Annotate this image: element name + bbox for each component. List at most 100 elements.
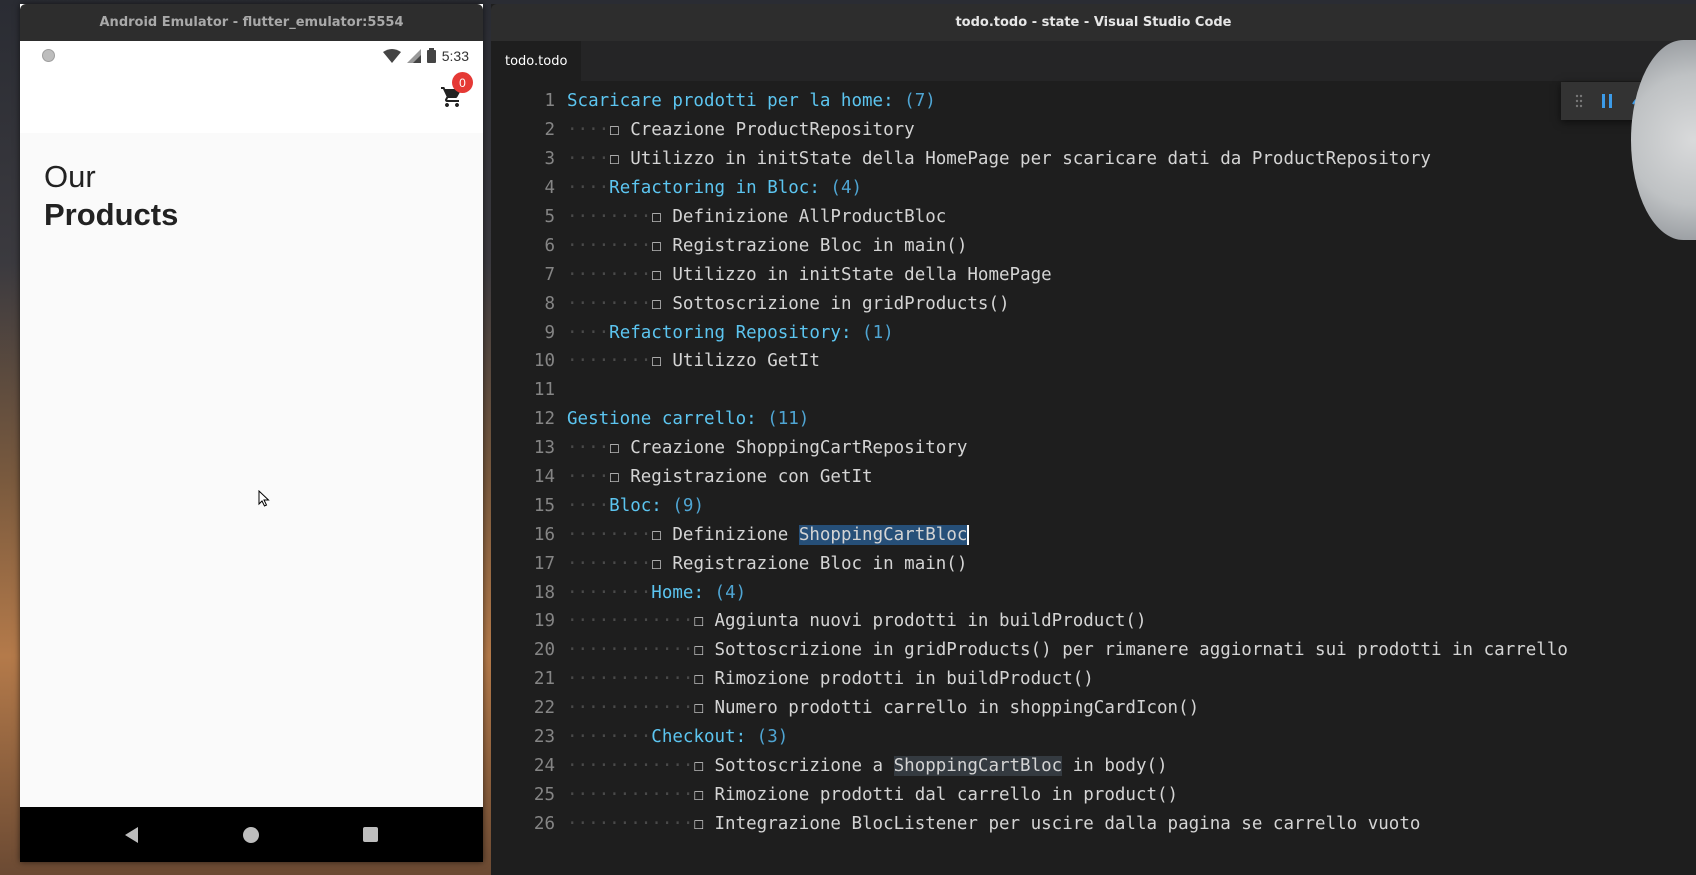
code-line[interactable]: 26 ············☐ Integrazione BlocListene… — [491, 809, 1696, 838]
todo-task: ☐ Numero prodotti carrello in shoppingCa… — [693, 698, 1200, 719]
code-line[interactable]: 20 ············☐ Sottoscrizione in gridPr… — [491, 636, 1696, 665]
line-number: 21 — [533, 669, 555, 690]
line-content: ············☐ Rimozione prodotti dal car… — [555, 785, 1178, 805]
indent-guide: ········ — [567, 727, 652, 748]
nav-recent-icon[interactable] — [363, 827, 379, 842]
indent-guide: ············ — [567, 669, 694, 690]
task-count: (4) — [714, 582, 747, 603]
drag-handle-icon[interactable] — [1575, 94, 1583, 108]
line-number: 18 — [533, 582, 555, 603]
line-number: 14 — [533, 467, 555, 488]
todo-task: ☐ Rimozione prodotti in buildProduct() — [693, 669, 1094, 690]
code-line[interactable]: 2 ····☐ Creazione ProductRepository — [491, 116, 1696, 145]
line-content: ············☐ Sottoscrizione in gridProd… — [555, 640, 1568, 660]
todo-task: ☐ Creazione ProductRepository — [609, 120, 915, 141]
code-line[interactable]: 11 — [491, 376, 1696, 405]
indent-guide: ········ — [567, 351, 652, 372]
tab-todo[interactable]: todo.todo — [491, 41, 582, 81]
task-count: (4) — [830, 178, 863, 199]
code-line[interactable]: 13 ····☐ Creazione ShoppingCartRepository — [491, 434, 1696, 463]
code-line[interactable]: 14 ····☐ Registrazione con GetIt — [491, 463, 1696, 492]
code-line[interactable]: 3 ····☐ Utilizzo in initState della HomeP… — [491, 145, 1696, 174]
code-line[interactable]: 18 ········Home: (4) — [491, 578, 1696, 607]
code-line[interactable]: 7 ········☐ Utilizzo in initState della H… — [491, 260, 1696, 289]
vscode-title: todo.todo - state - Visual Studio Code — [955, 15, 1232, 30]
task-count: (3) — [756, 727, 789, 748]
code-line[interactable]: 8 ········☐ Sottoscrizione in gridProduct… — [491, 289, 1696, 318]
project-heading: Bloc: — [609, 495, 662, 516]
line-number: 12 — [533, 409, 555, 430]
code-line[interactable]: 15 ····Bloc: (9) — [491, 491, 1696, 520]
page-title-line2: Products — [44, 197, 179, 232]
line-content: ············☐ Rimozione prodotti in buil… — [555, 669, 1094, 689]
line-content: ············☐ Sottoscrizione a ShoppingC… — [555, 755, 1168, 776]
indent-guide: ········ — [567, 524, 652, 545]
code-line[interactable]: 5 ········☐ Definizione AllProductBloc — [491, 203, 1696, 232]
tab-label: todo.todo — [505, 53, 568, 69]
todo-task: ☐ Creazione ShoppingCartRepository — [609, 438, 968, 459]
code-line[interactable]: 22 ············☐ Numero prodotti carrello… — [491, 694, 1696, 723]
line-content: ····☐ Registrazione con GetIt — [555, 467, 873, 487]
todo-task: ☐ Registrazione Bloc in main() — [651, 553, 968, 574]
indent-guide: ···· — [567, 495, 610, 516]
indent-guide: ············ — [567, 784, 694, 805]
task-count: (7) — [904, 91, 936, 112]
nav-home-icon[interactable] — [242, 826, 259, 843]
code-line[interactable]: 4 ····Refactoring in Bloc: (4) — [491, 174, 1696, 203]
code-editor[interactable]: 1 Scaricare prodotti per la home: (7) 2 ···… — [491, 81, 1696, 838]
status-time: 5:33 — [441, 47, 469, 64]
pause-icon[interactable] — [1601, 94, 1613, 108]
code-line[interactable]: 16 ········☐ Definizione ShoppingCartBloc — [491, 520, 1696, 549]
battery-icon — [426, 48, 436, 63]
status-indicators: 5:33 — [382, 47, 469, 64]
indent-guide: ········ — [567, 293, 652, 314]
indent-guide: ············ — [567, 755, 694, 776]
selected-text: ShoppingCartBloc — [798, 524, 970, 545]
shopping-cart-button[interactable]: 0 — [437, 72, 473, 112]
task-count: (11) — [767, 409, 810, 430]
indent-guide: ········ — [567, 264, 652, 285]
code-line[interactable]: 10 ········☐ Utilizzo GetIt — [491, 347, 1696, 376]
line-number: 19 — [533, 611, 555, 632]
line-number: 5 — [544, 207, 555, 227]
line-number: 11 — [533, 380, 555, 401]
line-content: ········☐ Registrazione Bloc in main() — [555, 236, 967, 256]
line-content: ········☐ Sottoscrizione in gridProducts… — [555, 294, 1010, 314]
line-content: ············☐ Aggiunta nuovi prodotti in… — [555, 611, 1146, 631]
app-body: Our Products — [20, 133, 483, 811]
indent-guide: ···· — [567, 120, 610, 141]
code-line[interactable]: 9 ····Refactoring Repository: (1) — [491, 318, 1696, 347]
line-number: 9 — [544, 322, 555, 343]
line-number: 23 — [533, 727, 555, 748]
line-number: 17 — [533, 553, 555, 574]
code-line[interactable]: 19 ············☐ Aggiunta nuovi prodotti … — [491, 607, 1696, 636]
emulator-title-bar: Android Emulator - flutter_emulator:5554 — [20, 4, 483, 41]
indent-guide: ···· — [567, 467, 610, 488]
code-line[interactable]: 21 ············☐ Rimozione prodotti in bu… — [491, 665, 1696, 694]
todo-task: ☐ Definizione — [651, 524, 799, 545]
indent-guide: ············ — [567, 813, 694, 834]
code-line[interactable]: 17 ········☐ Registrazione Bloc in main() — [491, 549, 1696, 578]
indent-guide: ···· — [567, 149, 610, 170]
code-line[interactable]: 25 ············☐ Rimozione prodotti dal c… — [491, 780, 1696, 809]
todo-task: ☐ Utilizzo in initState della HomePage — [651, 264, 1052, 285]
line-number: 2 — [544, 120, 555, 141]
line-content: ········Home: (4) — [555, 583, 746, 603]
project-heading: Refactoring in Bloc: — [609, 178, 820, 199]
line-content: ············☐ Numero prodotti carrello i… — [555, 698, 1199, 718]
indent-guide: ············ — [567, 640, 694, 661]
indent-guide: ···· — [567, 438, 610, 459]
line-number: 8 — [544, 293, 555, 314]
line-number: 24 — [533, 755, 555, 776]
code-line[interactable]: 23 ········Checkout: (3) — [491, 723, 1696, 752]
line-content: ········Checkout: (3) — [555, 727, 788, 747]
code-line[interactable]: 24 ············☐ Sottoscrizione a Shoppin… — [491, 751, 1696, 780]
project-heading: Home: — [651, 582, 704, 603]
line-number: 15 — [533, 495, 555, 516]
project-heading: Gestione carrello: — [567, 409, 757, 430]
code-line[interactable]: 1 Scaricare prodotti per la home: (7) — [491, 87, 1696, 116]
code-line[interactable]: 12 Gestione carrello: (11) — [491, 405, 1696, 434]
line-number: 16 — [533, 524, 555, 545]
code-line[interactable]: 6 ········☐ Registrazione Bloc in main() — [491, 231, 1696, 260]
nav-back-icon[interactable] — [124, 826, 138, 843]
